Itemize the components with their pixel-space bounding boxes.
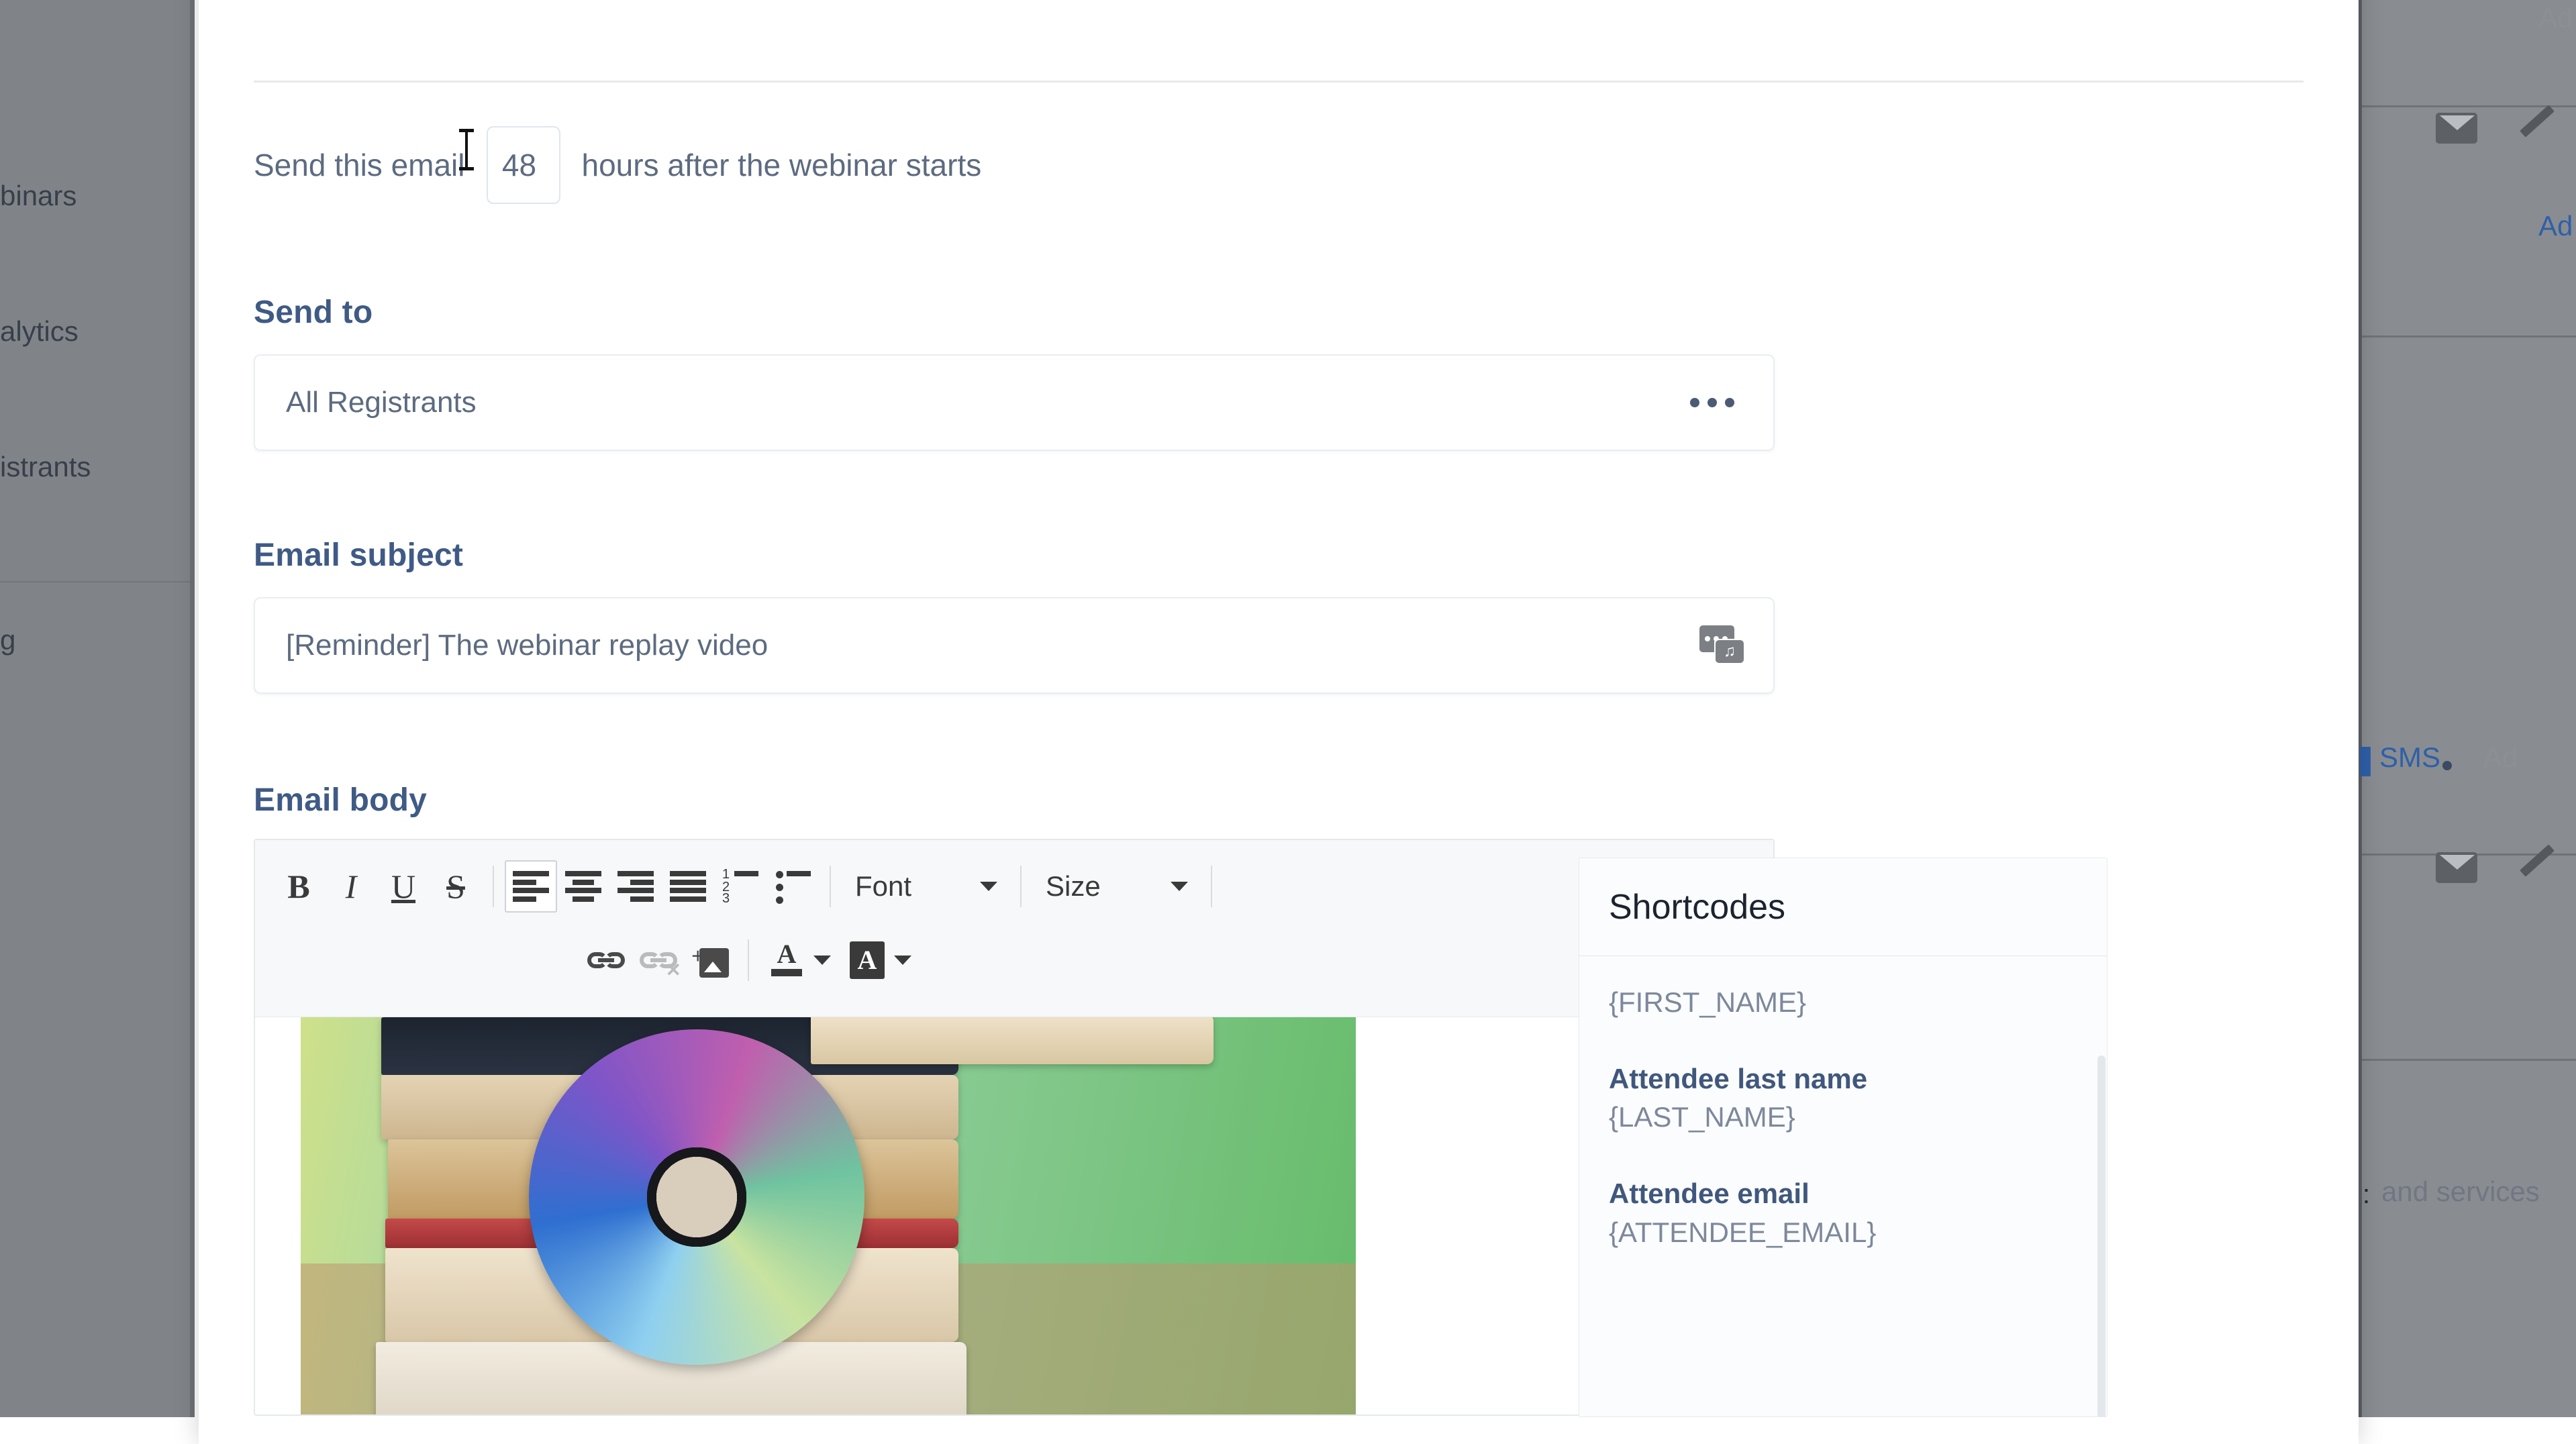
email-body-image[interactable] bbox=[301, 1017, 1356, 1414]
sidebar-item-registrants[interactable]: istrants bbox=[0, 451, 91, 483]
sidebar-item-branding[interactable]: g bbox=[0, 624, 15, 656]
font-size-label: Size bbox=[1046, 870, 1101, 902]
email-subject-heading: Email subject bbox=[254, 537, 463, 574]
align-center-icon bbox=[565, 871, 601, 902]
unlink-icon: ✕ bbox=[640, 947, 677, 974]
shortcode-item[interactable]: Attendee last name {LAST_NAME} bbox=[1609, 1060, 2077, 1137]
shortcode-code[interactable]: {FIRST_NAME} bbox=[1609, 983, 2077, 1023]
font-family-label: Font bbox=[855, 870, 911, 902]
send-to-select[interactable]: All Registrants bbox=[254, 354, 1775, 451]
align-center-button[interactable] bbox=[557, 860, 609, 913]
toolbar-row-1: B I U S 123 bbox=[273, 849, 1756, 923]
insert-image-icon: + bbox=[691, 941, 730, 979]
pencil-icon[interactable] bbox=[2514, 101, 2554, 141]
shortcode-title: Attendee email bbox=[1609, 1175, 2077, 1213]
right-add-link-1[interactable]: Ad bbox=[2538, 210, 2573, 242]
shortcodes-list: {FIRST_NAME} Attendee last name {LAST_NA… bbox=[1579, 956, 2107, 1253]
align-left-icon bbox=[513, 871, 549, 902]
remove-link-button[interactable]: ✕ bbox=[632, 934, 685, 986]
chevron-down-icon bbox=[980, 882, 997, 891]
insert-shortcode-icon[interactable]: ♫ bbox=[1699, 625, 1744, 666]
italic-button[interactable]: I bbox=[325, 860, 377, 913]
sms-label[interactable]: SMS bbox=[2379, 741, 2440, 774]
insert-image-button[interactable]: + bbox=[685, 934, 737, 986]
hours-input[interactable] bbox=[487, 126, 560, 204]
shortcodes-scrollbar[interactable] bbox=[2097, 1055, 2106, 1417]
shortcode-code[interactable]: {ATTENDEE_EMAIL} bbox=[1609, 1213, 2077, 1253]
toolbar-separator-1 bbox=[493, 866, 494, 907]
toolbar-separator-4 bbox=[1211, 866, 1212, 907]
sidebar-item-analytics[interactable]: alytics bbox=[0, 315, 79, 348]
align-right-icon bbox=[617, 871, 654, 902]
send-to-heading: Send to bbox=[254, 294, 373, 331]
separator-dot bbox=[2442, 761, 2452, 770]
strikethrough-button[interactable]: S bbox=[430, 860, 482, 913]
unordered-list-button[interactable] bbox=[766, 860, 819, 913]
ordered-list-icon: 123 bbox=[722, 871, 758, 902]
background-color-button[interactable]: A bbox=[840, 934, 921, 986]
insert-link-button[interactable] bbox=[580, 934, 632, 986]
cd-disc bbox=[529, 1029, 864, 1365]
send-to-value: All Registrants bbox=[255, 386, 477, 419]
background-color-icon: A bbox=[850, 941, 885, 979]
sidebar-right-edge bbox=[190, 0, 195, 1417]
align-left-button[interactable] bbox=[505, 860, 557, 913]
background-sidebar: binars alytics istrants g bbox=[0, 0, 195, 1417]
sidebar-divider bbox=[0, 581, 190, 582]
align-right-button[interactable] bbox=[609, 860, 662, 913]
right-row-divider-4 bbox=[2361, 1059, 2576, 1061]
right-add-label-top[interactable]: Ad bbox=[2538, 2, 2573, 34]
mail-icon[interactable] bbox=[2436, 113, 2477, 144]
pencil-icon-2[interactable] bbox=[2514, 840, 2554, 880]
background-color-glyph: A bbox=[858, 947, 877, 974]
shortcode-item[interactable]: {FIRST_NAME} bbox=[1609, 983, 2077, 1023]
editor-content-area[interactable] bbox=[255, 1017, 1773, 1414]
align-justify-icon bbox=[670, 871, 706, 902]
email-subject-field[interactable]: [Reminder] The webinar replay video ♫ bbox=[254, 597, 1775, 694]
services-text: and services bbox=[2381, 1176, 2540, 1208]
align-justify-button[interactable] bbox=[662, 860, 714, 913]
toolbar-separator-3 bbox=[1020, 866, 1022, 907]
rich-text-editor: B I U S 123 bbox=[254, 839, 1775, 1416]
font-color-button[interactable]: A bbox=[760, 934, 840, 986]
shortcode-code[interactable]: {LAST_NAME} bbox=[1609, 1098, 2077, 1137]
email-body-heading: Email body bbox=[254, 782, 427, 819]
send-timing-row: Send this email hours after the webinar … bbox=[254, 126, 981, 204]
send-timing-suffix: hours after the webinar starts bbox=[582, 147, 982, 183]
toolbar-separator-5 bbox=[748, 939, 749, 981]
toolbar-row-2: ✕ + A A bbox=[273, 923, 1756, 997]
shortcodes-panel: Shortcodes {FIRST_NAME} Attendee last na… bbox=[1579, 858, 2108, 1417]
shortcode-title: Attendee last name bbox=[1609, 1060, 2077, 1098]
ordered-list-button[interactable]: 123 bbox=[714, 860, 766, 913]
unordered-list-icon bbox=[775, 871, 811, 902]
toolbar-separator-2 bbox=[830, 866, 831, 907]
font-color-glyph: A bbox=[777, 941, 797, 967]
mail-icon-2[interactable] bbox=[2436, 852, 2477, 883]
shortcode-item[interactable]: Attendee email {ATTENDEE_EMAIL} bbox=[1609, 1175, 2077, 1252]
font-family-select[interactable]: Font bbox=[842, 860, 1009, 913]
right-add-label-mid[interactable]: Ad bbox=[2483, 741, 2518, 774]
ellipsis-icon[interactable] bbox=[1690, 398, 1734, 407]
font-size-select[interactable]: Size bbox=[1032, 860, 1200, 913]
right-row-divider-2 bbox=[2361, 336, 2576, 338]
underline-button[interactable]: U bbox=[377, 860, 430, 913]
link-icon bbox=[587, 947, 625, 974]
modal-top-divider bbox=[254, 81, 2303, 83]
sidebar-item-webinars[interactable]: binars bbox=[0, 180, 77, 212]
font-color-icon: A bbox=[769, 941, 804, 979]
chevron-down-icon-4 bbox=[894, 956, 911, 965]
sms-accent-block bbox=[2360, 747, 2371, 776]
services-bullet: : bbox=[2363, 1180, 2370, 1210]
editor-toolbar: B I U S 123 bbox=[255, 840, 1773, 1017]
chevron-down-icon-3 bbox=[813, 956, 831, 965]
chevron-down-icon-2 bbox=[1171, 882, 1188, 891]
shortcodes-title: Shortcodes bbox=[1579, 858, 2107, 956]
send-timing-prefix: Send this email bbox=[254, 147, 465, 183]
bold-button[interactable]: B bbox=[273, 860, 325, 913]
email-subject-value: [Reminder] The webinar replay video bbox=[255, 629, 768, 662]
